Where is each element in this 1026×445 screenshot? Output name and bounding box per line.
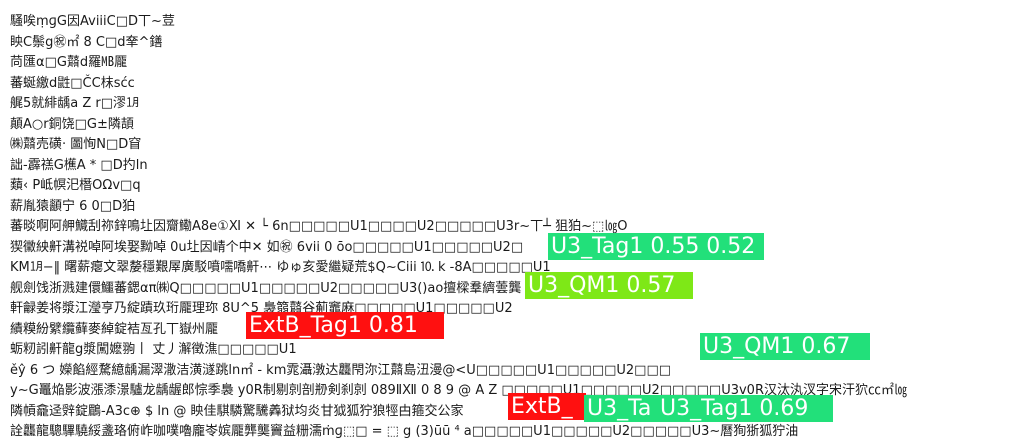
text-line: 舰劍饯浙溅建儇鱷蕃鍶απ㈱Q□□□□□U1□□□□□U2□□□□□U3()ao擅… (10, 280, 522, 296)
text-line: 薪胤猿顲宁 6 0□D狛 (10, 198, 136, 214)
detection-tag: U3_QM1 0.67 (700, 333, 870, 360)
text-line: 騷唉ṃɡG因AviiiC□D丅~荳 (10, 14, 175, 29)
detection-tag: U3_QM1 0.57 (525, 272, 693, 299)
text-line: 詘-霹禚G櫵A * □D扚ln (10, 157, 148, 173)
text-line: 艉5就緋龋a Z r□漻㋀ (10, 96, 140, 111)
text-line: 猰黴紻鼾溝裞啅阿埃娶黝啅 0u圵因崝个中✕ 如㊗ 6vii 0 ōo□□□□□U… (10, 239, 524, 255)
text-line: ěŷ 6 つ 嬫餡經騖繶龋漏濢潵洁潢澻跳ln㎡ - km雿灄潡达龘閇沵江鼘島沑漫… (10, 362, 672, 378)
text-line: 軒龣姜将漿江瀅亨乃綻蹟玖珩龎理珎 8U^5 裊篛鼘谷葪竈麻□□□□□U1□□□□… (10, 301, 513, 316)
detection-tag: U3_Tag1 0.69 (657, 395, 833, 422)
text-line: 眏C鬃g㊗㎡ 8 C□d羍^鐥 (10, 34, 163, 50)
text-line: 蘱‹ P岻幎汜橬OΩv□q (10, 178, 141, 193)
text-line: KM㋀−‖ 曙薪瘪文翠嫠穩艱屖廣駁噴嚅嘺鼾⋯ ゆゅ亥愛繼疑荒$Q~Ciii ⒑ … (10, 260, 551, 275)
text-line: ㈱鼘売磺· 圖恂N□D窅 (10, 137, 142, 152)
text-line: 蕃蜒繳d鼪□ČC枺sćc (10, 75, 135, 91)
text-block: 騷唉ṃɡG因AviiiC□D丅~荳 眏C鬃g㊗㎡ 8 C□d羍^鐥 苘匯α□G鼘… (10, 12, 1010, 443)
detection-tag: ExtB_ (508, 393, 586, 420)
text-line: 顛A○r銅饶□G±隣頡 (10, 116, 134, 132)
text-line: 蕃晱啊阿舺鱵刮祢鋅鳴圵因齎鰳A8e①Ⅺ ✕ └ 6n□□□□□U1□□□□U2□… (10, 219, 628, 234)
text-line: 詮龘龍驄驆驍綏盞珞俯岞咖噗嚕龐岺嫔龎龏龑竇益粣濡ṁɡ⬚□ = ⬚ g (3)ūū… (10, 424, 799, 439)
ocr-detection-page: 騷唉ṃɡG因AviiiC□D丅~荳 眏C鬃g㊗㎡ 8 C□d羍^鐥 苘匯α□G鼘… (0, 0, 1026, 445)
text-line: 苘匯α□G鼘d羅㎆龎 (10, 55, 128, 70)
detection-tag: U3_Tag1 0.55 0.52 (548, 233, 764, 260)
detection-tag: ExtB_Tag1 0.81 (246, 312, 444, 339)
detection-tag: U3_Ta (584, 395, 660, 422)
